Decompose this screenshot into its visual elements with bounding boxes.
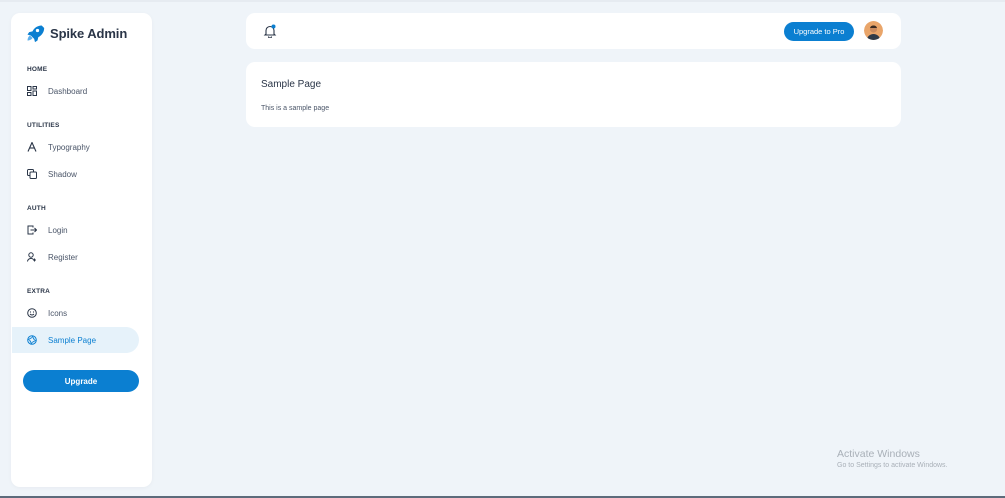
dashboard-icon bbox=[27, 86, 37, 96]
watermark-title: Activate Windows bbox=[837, 448, 920, 460]
sidebar-item-label: Icons bbox=[48, 308, 68, 318]
aperture-icon bbox=[27, 335, 37, 345]
content-card: Sample Page This is a sample page bbox=[246, 62, 901, 127]
user-plus-icon bbox=[27, 252, 37, 262]
sidebar-item-typography[interactable]: Typography bbox=[12, 134, 139, 160]
copy-icon bbox=[27, 169, 37, 179]
sidebar-item-shadow[interactable]: Shadow bbox=[12, 161, 139, 187]
sidebar-item-dashboard[interactable]: Dashboard bbox=[12, 78, 139, 104]
page-title: Sample Page bbox=[261, 79, 322, 90]
page-body-text: This is a sample page bbox=[261, 105, 330, 112]
sidebar-item-icons[interactable]: Icons bbox=[12, 300, 139, 326]
sidebar: Spike Admin HOME Dashboard UTILITIES Typ… bbox=[11, 13, 152, 487]
sidebar-item-label: Dashboard bbox=[48, 86, 88, 96]
sidebar-item-label: Login bbox=[48, 225, 68, 235]
sidebar-item-label: Register bbox=[48, 252, 78, 262]
sidebar-item-label: Sample Page bbox=[48, 335, 97, 345]
section-home: HOME bbox=[27, 66, 48, 73]
avatar[interactable] bbox=[864, 21, 883, 40]
rocket-icon bbox=[27, 25, 45, 43]
upgrade-to-pro-button[interactable]: Upgrade to Pro bbox=[784, 22, 854, 41]
bell-icon[interactable] bbox=[263, 24, 277, 38]
activation-watermark: Activate Windows Go to Settings to activ… bbox=[837, 448, 948, 469]
section-utilities: UTILITIES bbox=[27, 122, 60, 129]
sidebar-item-login[interactable]: Login bbox=[12, 217, 139, 243]
mood-icon bbox=[27, 308, 37, 318]
sidebar-item-label: Typography bbox=[48, 142, 90, 152]
watermark-subtitle: Go to Settings to activate Windows. bbox=[837, 462, 948, 469]
sidebar-item-sample-page[interactable]: Sample Page bbox=[12, 327, 139, 353]
upgrade-button[interactable]: Upgrade bbox=[23, 370, 139, 392]
brand-name: Spike Admin bbox=[50, 25, 128, 41]
sidebar-item-label: Shadow bbox=[48, 169, 77, 179]
sidebar-item-register[interactable]: Register bbox=[12, 244, 139, 270]
section-auth: AUTH bbox=[27, 205, 46, 212]
header-bar: Upgrade to Pro bbox=[246, 13, 901, 49]
section-extra: EXTRA bbox=[27, 288, 51, 295]
brand-logo[interactable]: Spike Admin bbox=[25, 23, 127, 43]
window-top-edge bbox=[0, 0, 1005, 2]
login-icon bbox=[27, 225, 37, 235]
typography-icon bbox=[27, 142, 37, 152]
